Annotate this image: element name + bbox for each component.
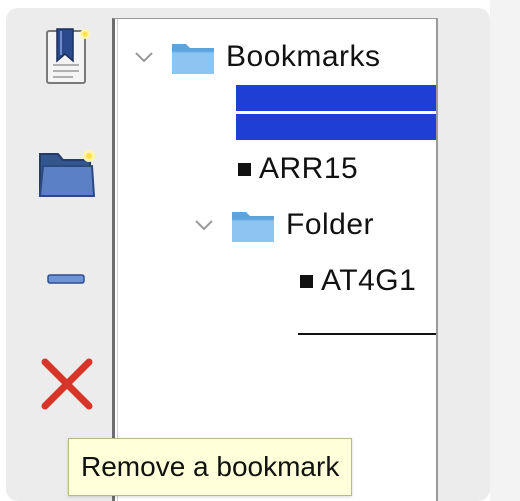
chevron-down-icon[interactable] [132,45,156,69]
add-bookmark-button[interactable] [22,20,112,96]
remove-bookmark-button[interactable] [22,354,112,414]
folder-icon [170,38,216,76]
bookmark-bullet-icon [238,162,251,176]
add-bookmark-icon [46,28,90,84]
tree-row-bookmarks[interactable]: Bookmarks [132,33,381,81]
bookmark-separator[interactable] [298,333,436,335]
bookmark-tree[interactable]: Bookmarks ARR15 Folder AT4G1 [112,18,438,501]
tooltip: Remove a bookmark [68,438,353,496]
bookmark-bullet-icon [300,274,313,288]
add-folder-icon [38,150,96,197]
chevron-down-icon[interactable] [192,213,216,237]
folder-icon [230,206,276,244]
bookmarks-window: Bookmarks ARR15 Folder AT4G1 Remove a bo… [0,0,520,501]
tree-label: Folder [286,208,375,241]
right-gutter [490,0,520,501]
selected-row-2[interactable] [236,114,436,140]
tree-row-at4g1[interactable]: AT4G1 [300,257,416,305]
tree-row-folder[interactable]: Folder [192,201,374,249]
add-separator-button[interactable] [22,254,112,304]
add-separator-icon [47,274,85,284]
add-folder-button[interactable] [22,134,112,210]
selected-row-1[interactable] [236,85,436,111]
tree-row-arr15[interactable]: ARR15 [238,145,358,193]
bookmark-toolbar [22,14,112,501]
tree-label: AT4G1 [321,264,417,297]
tree-label: ARR15 [259,152,359,185]
tree-label: Bookmarks [226,40,381,73]
tree-content: Bookmarks ARR15 Folder AT4G1 [117,19,436,501]
remove-icon [41,358,93,410]
